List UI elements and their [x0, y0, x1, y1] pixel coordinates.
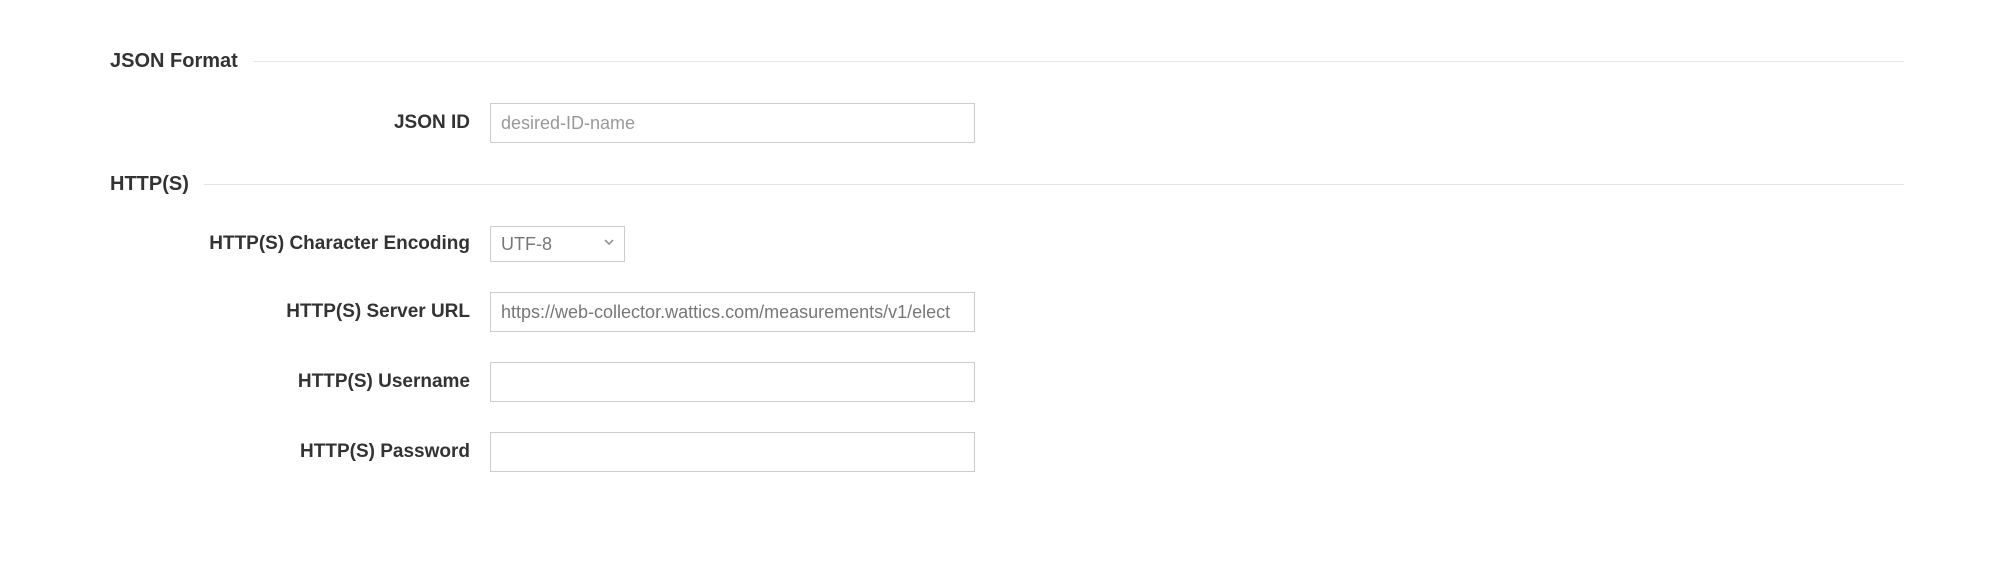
section-title-https: HTTP(S)	[110, 173, 204, 196]
form-row-password: HTTP(S) Password	[110, 432, 1904, 472]
form-row-server-url: HTTP(S) Server URL	[110, 292, 1904, 332]
username-label: HTTP(S) Username	[110, 371, 490, 393]
form-row-encoding: HTTP(S) Character Encoding UTF-8	[110, 226, 1904, 262]
server-url-input[interactable]	[490, 292, 975, 332]
encoding-label: HTTP(S) Character Encoding	[110, 233, 490, 255]
section-header-https: HTTP(S)	[110, 173, 1904, 196]
password-label: HTTP(S) Password	[110, 441, 490, 463]
form-row-username: HTTP(S) Username	[110, 362, 1904, 402]
json-id-label: JSON ID	[110, 112, 490, 134]
section-title-json-format: JSON Format	[110, 50, 253, 73]
section-header-json-format: JSON Format	[110, 50, 1904, 73]
section-divider	[204, 184, 1904, 185]
section-divider	[253, 61, 1904, 62]
username-input[interactable]	[490, 362, 975, 402]
form-row-json-id: JSON ID	[110, 103, 1904, 143]
server-url-label: HTTP(S) Server URL	[110, 301, 490, 323]
encoding-select[interactable]: UTF-8	[490, 226, 625, 262]
json-id-input[interactable]	[490, 103, 975, 143]
password-input[interactable]	[490, 432, 975, 472]
